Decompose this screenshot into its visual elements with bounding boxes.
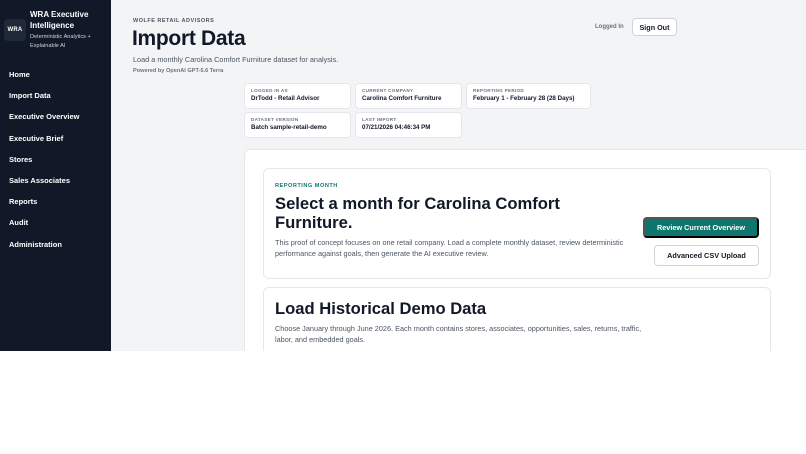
- import-panel: REPORTING MONTH Select a month for Carol…: [244, 149, 806, 351]
- review-current-overview-button[interactable]: Review Current Overview: [643, 217, 759, 238]
- logged-in-label: Logged In: [595, 24, 624, 30]
- sidebar: WRA WRA Executive Intelligence Determini…: [0, 0, 111, 351]
- brand-subtitle: Deterministic Analytics + Explainable AI: [30, 34, 91, 49]
- meta-dataset-version: DATASET VERSION Batch sample-retail-demo: [244, 112, 351, 138]
- sidebar-item-home[interactable]: Home: [0, 64, 111, 85]
- meta-value: Carolina Comfort Furniture: [362, 95, 442, 102]
- sidebar-item-reports[interactable]: Reports: [0, 191, 111, 212]
- page-eyebrow: WOLFE RETAIL ADVISORS: [133, 18, 215, 24]
- meta-value: DrTodd - Retail Advisor: [251, 95, 320, 102]
- sidebar-nav: Home Import Data Executive Overview Exec…: [0, 64, 111, 255]
- meta-last-import: LAST IMPORT 07/21/2026 04:46:34 PM: [355, 112, 462, 138]
- meta-label: REPORTING PERIOD: [473, 88, 524, 93]
- meta-value: Batch sample-retail-demo: [251, 124, 327, 131]
- sidebar-item-stores[interactable]: Stores: [0, 149, 111, 170]
- historical-demo-card: Load Historical Demo Data Choose January…: [263, 287, 771, 351]
- sign-out-button[interactable]: Sign Out: [632, 18, 677, 36]
- reporting-month-card: REPORTING MONTH Select a month for Carol…: [263, 168, 771, 279]
- advanced-csv-upload-button[interactable]: Advanced CSV Upload: [654, 245, 759, 266]
- sidebar-item-sales-associates[interactable]: Sales Associates: [0, 170, 111, 191]
- sidebar-item-audit[interactable]: Audit: [0, 212, 111, 233]
- sidebar-item-administration[interactable]: Administration: [0, 234, 111, 255]
- brand: WRA WRA Executive Intelligence Determini…: [4, 8, 109, 50]
- brand-logo: WRA: [4, 19, 26, 41]
- reporting-month-title: Select a month for Carolina Comfort Furn…: [275, 194, 560, 232]
- page-title: Import Data: [132, 27, 246, 50]
- meta-label: LOGGED IN AS: [251, 88, 288, 93]
- meta-value: 07/21/2026 04:46:34 PM: [362, 124, 431, 131]
- sidebar-item-import-data[interactable]: Import Data: [0, 85, 111, 106]
- meta-current-company: CURRENT COMPANY Carolina Comfort Furnitu…: [355, 83, 462, 109]
- meta-label: DATASET VERSION: [251, 117, 299, 122]
- sidebar-item-executive-overview[interactable]: Executive Overview: [0, 106, 111, 127]
- sidebar-item-executive-brief[interactable]: Executive Brief: [0, 128, 111, 149]
- auth-area: Logged In Sign Out: [595, 18, 790, 38]
- meta-label: CURRENT COMPANY: [362, 88, 414, 93]
- reporting-month-description: This proof of concept focuses on one ret…: [275, 238, 624, 259]
- brand-title: WRA Executive Intelligence: [30, 10, 89, 30]
- meta-label: LAST IMPORT: [362, 117, 397, 122]
- historical-demo-title: Load Historical Demo Data: [275, 299, 487, 318]
- meta-value: February 1 - February 28 (28 Days): [473, 95, 575, 102]
- reporting-month-label: REPORTING MONTH: [275, 183, 338, 189]
- powered-by: Powered by OpenAI GPT-5.6 Terra: [133, 68, 224, 74]
- app-window: WRA WRA Executive Intelligence Determini…: [0, 0, 806, 351]
- page-intro: Load a monthly Carolina Comfort Furnitur…: [133, 55, 339, 64]
- historical-demo-description: Choose January through June 2026. Each m…: [275, 324, 642, 345]
- meta-logged-in-as: LOGGED IN AS DrTodd - Retail Advisor: [244, 83, 351, 109]
- meta-reporting-period: REPORTING PERIOD February 1 - February 2…: [466, 83, 591, 109]
